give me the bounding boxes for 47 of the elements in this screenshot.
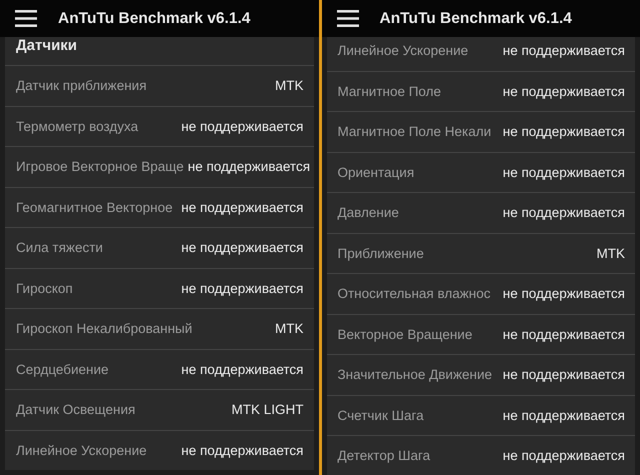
sensor-value: не поддерживается — [181, 240, 304, 256]
sensor-name: Магнитное Поле — [338, 84, 442, 99]
sensor-value: не поддерживается — [188, 159, 310, 174]
sensor-name: Относительная влажнос — [338, 286, 490, 302]
sensor-name: Приближение — [338, 246, 424, 261]
section-heading: Датчики — [16, 37, 78, 54]
sensor-value: не поддерживается — [502, 448, 625, 464]
sensor-value: не поддерживается — [502, 205, 625, 220]
sensor-name: Линейное Ускорение — [16, 442, 147, 458]
sensor-value: не поддерживается — [502, 408, 625, 423]
sensor-value: MTK — [275, 321, 304, 336]
sensor-name: Магнитное Поле Некали — [338, 124, 492, 140]
sensor-value: MTK — [275, 78, 304, 94]
menu-icon[interactable] — [336, 10, 358, 27]
sensor-value: MTK — [596, 246, 625, 261]
sensor-name: Детектор Шага — [338, 448, 430, 464]
sensor-name: Термометр воздуха — [16, 118, 138, 134]
sensor-value: не поддерживается — [181, 362, 304, 377]
sensor-value: не поддерживается — [502, 43, 625, 58]
sensor-value: не поддерживается — [502, 326, 625, 342]
sensor-value: не поддерживается — [181, 442, 304, 458]
sensor-name: Ориентация — [338, 164, 414, 180]
sensor-value: не поддерживается — [502, 124, 625, 140]
sensor-name: Линейное Ускорение — [338, 43, 468, 58]
sensor-name: Гироскоп Некалиброванный — [16, 321, 192, 336]
sensor-name: Датчик приближения — [16, 78, 147, 94]
sensor-name: Сердцебиение — [16, 362, 109, 377]
sensor-value: MTK LIGHT — [231, 402, 304, 418]
sensor-name: Геомагнитное Векторное — [16, 200, 173, 215]
sensor-value: не поддерживается — [181, 280, 304, 296]
sensor-name: Игровое Векторное Враще — [16, 159, 184, 174]
sensor-name: Датчик Освещения — [16, 402, 136, 418]
sensor-value: не поддерживается — [502, 164, 625, 180]
sensor-value: не поддерживается — [502, 286, 625, 302]
menu-icon[interactable] — [15, 10, 37, 27]
sensor-value: не поддерживается — [181, 200, 304, 215]
app-title: AnTuTu Benchmark v6.1.4 — [58, 10, 250, 28]
sensor-name: Гироскоп — [16, 280, 73, 296]
sensor-value: не поддерживается — [181, 118, 304, 134]
sensor-value: не поддерживается — [502, 367, 625, 382]
sensor-name: Давление — [338, 205, 399, 220]
sensor-name: Счетчик Шага — [338, 408, 424, 423]
app-title: AnTuTu Benchmark v6.1.4 — [380, 10, 572, 28]
sensor-name: Векторное Вращение — [338, 326, 472, 342]
sensor-name: Значительное Движение — [338, 367, 492, 382]
sensor-name: Сила тяжести — [16, 240, 103, 256]
sensor-value: не поддерживается — [502, 84, 625, 99]
